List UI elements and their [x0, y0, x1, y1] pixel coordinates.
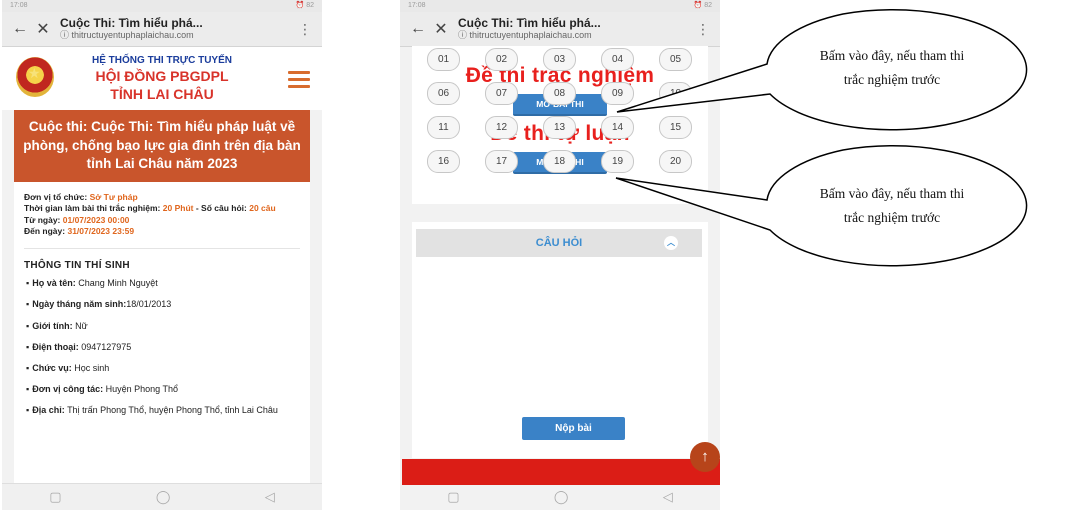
callout-text-top: Bấm vào đây, nếu tham thi trắc nghiệm tr…: [819, 48, 965, 87]
callout-text-bottom: Bấm vào đây, nếu tham thi trắc nghiệm tr…: [819, 186, 965, 225]
